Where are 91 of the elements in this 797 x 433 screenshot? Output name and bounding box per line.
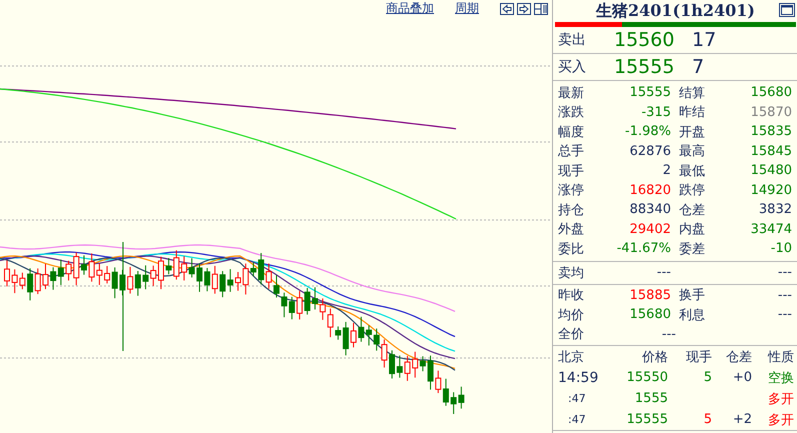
trade-type: 多开 xyxy=(767,390,794,408)
stat-label: 涨停 xyxy=(558,182,585,200)
right-arrow-icon[interactable] xyxy=(517,2,531,14)
stat-value: 15885 xyxy=(628,288,671,303)
stat-label: 涨跌 xyxy=(558,104,585,122)
order-price: 15555 xyxy=(614,56,676,78)
stat-value: --- xyxy=(776,265,792,280)
trade-price: 15550 xyxy=(626,370,668,385)
trade-time: :47 xyxy=(567,413,587,426)
stat-label: 昨收 xyxy=(558,287,585,304)
stat-value: --- xyxy=(656,265,671,280)
candlestick xyxy=(235,271,241,292)
trade-price: 15555 xyxy=(626,412,668,427)
candlestick xyxy=(428,355,434,390)
stat-label: 最新 xyxy=(558,84,585,102)
left-arrow-icon[interactable] xyxy=(500,2,514,14)
stat-label: 昨结 xyxy=(679,104,706,122)
stat-value: 15680 xyxy=(750,85,792,100)
stat-label: 委比 xyxy=(558,240,585,258)
stat-label: 外盘 xyxy=(558,221,585,238)
stat-value: 14920 xyxy=(750,182,792,198)
toolbar-link[interactable]: 商品叠加 xyxy=(386,0,434,17)
candlestick xyxy=(42,263,48,290)
candlestick xyxy=(158,256,164,290)
trade-time: :47 xyxy=(567,392,587,405)
column-header: 现手 xyxy=(685,348,712,366)
stat-label: 委差 xyxy=(679,240,706,258)
trade-volume: 5 xyxy=(704,412,712,427)
stat-value: -1.98% xyxy=(624,124,671,140)
order-label: 买入 xyxy=(558,58,587,76)
stat-value: -41.67% xyxy=(616,241,671,256)
instrument-title: 生猪2401(1h2401) xyxy=(596,0,755,22)
candlestick xyxy=(389,350,395,380)
column-header: 性质 xyxy=(766,348,794,366)
order-label: 卖出 xyxy=(558,31,587,49)
stat-label: 幅度 xyxy=(558,124,585,141)
candlestick xyxy=(312,286,318,310)
stat-value: 16820 xyxy=(628,182,671,198)
candlestick xyxy=(4,260,10,287)
stat-value: 33474 xyxy=(750,222,792,237)
stat-label: 最高 xyxy=(679,143,706,160)
stat-value: 2 xyxy=(662,163,671,178)
stat-value: 62876 xyxy=(628,144,671,159)
panel-layout-icon[interactable] xyxy=(534,2,548,14)
stat-label: 利息 xyxy=(679,306,706,324)
trade-time: 14:59 xyxy=(558,370,600,386)
stat-value: -315 xyxy=(640,104,671,120)
stat-value: --- xyxy=(660,326,676,342)
column-header: 仓差 xyxy=(725,348,752,366)
stat-value: --- xyxy=(776,288,792,303)
position-change: +0 xyxy=(732,370,752,385)
stat-label: 结算 xyxy=(679,84,706,102)
order-volume: 7 xyxy=(692,56,704,78)
stat-value: 88340 xyxy=(628,202,671,218)
column-header: 价格 xyxy=(641,348,668,366)
stat-label: 仓差 xyxy=(679,202,706,219)
position-change: +2 xyxy=(732,412,752,427)
order-volume: 17 xyxy=(692,29,716,51)
stat-label: 现手 xyxy=(558,162,585,180)
candlestick xyxy=(274,274,280,298)
column-header: 北京 xyxy=(558,348,585,366)
candlestick xyxy=(350,322,356,348)
trade-price: 1555 xyxy=(634,391,668,406)
stat-label: 换手 xyxy=(679,287,706,304)
stat-label: 总手 xyxy=(558,143,585,160)
trade-type: 空换 xyxy=(767,370,794,386)
stat-label: 最低 xyxy=(679,162,706,180)
order-price: 15560 xyxy=(614,29,676,51)
candlestick xyxy=(81,254,87,276)
stat-label: 均价 xyxy=(558,306,585,324)
stat-value: 15480 xyxy=(750,163,792,178)
stat-value: 29402 xyxy=(628,222,671,237)
stat-label: 全价 xyxy=(558,326,585,344)
stat-value: 15835 xyxy=(750,124,792,140)
stat-value: 15870 xyxy=(750,104,792,120)
stat-label: 开盘 xyxy=(679,124,706,141)
stat-value: --- xyxy=(776,307,792,322)
stat-label: 跌停 xyxy=(679,182,706,200)
stat-label: 内盘 xyxy=(679,221,706,238)
stat-value: 15680 xyxy=(628,307,671,322)
stat-label: 卖均 xyxy=(558,264,585,282)
stat-label: 持仓 xyxy=(558,202,585,219)
candlestick xyxy=(196,263,202,292)
toolbar-link[interactable]: 周期 xyxy=(455,0,479,17)
maximize-icon[interactable] xyxy=(779,3,795,17)
trade-type: 多开 xyxy=(767,412,794,428)
stat-value: -10 xyxy=(770,241,792,256)
trade-volume: 5 xyxy=(704,370,712,385)
stat-value: 15555 xyxy=(628,85,671,100)
stat-value: 3832 xyxy=(758,202,792,218)
stat-value: 15845 xyxy=(750,144,792,159)
